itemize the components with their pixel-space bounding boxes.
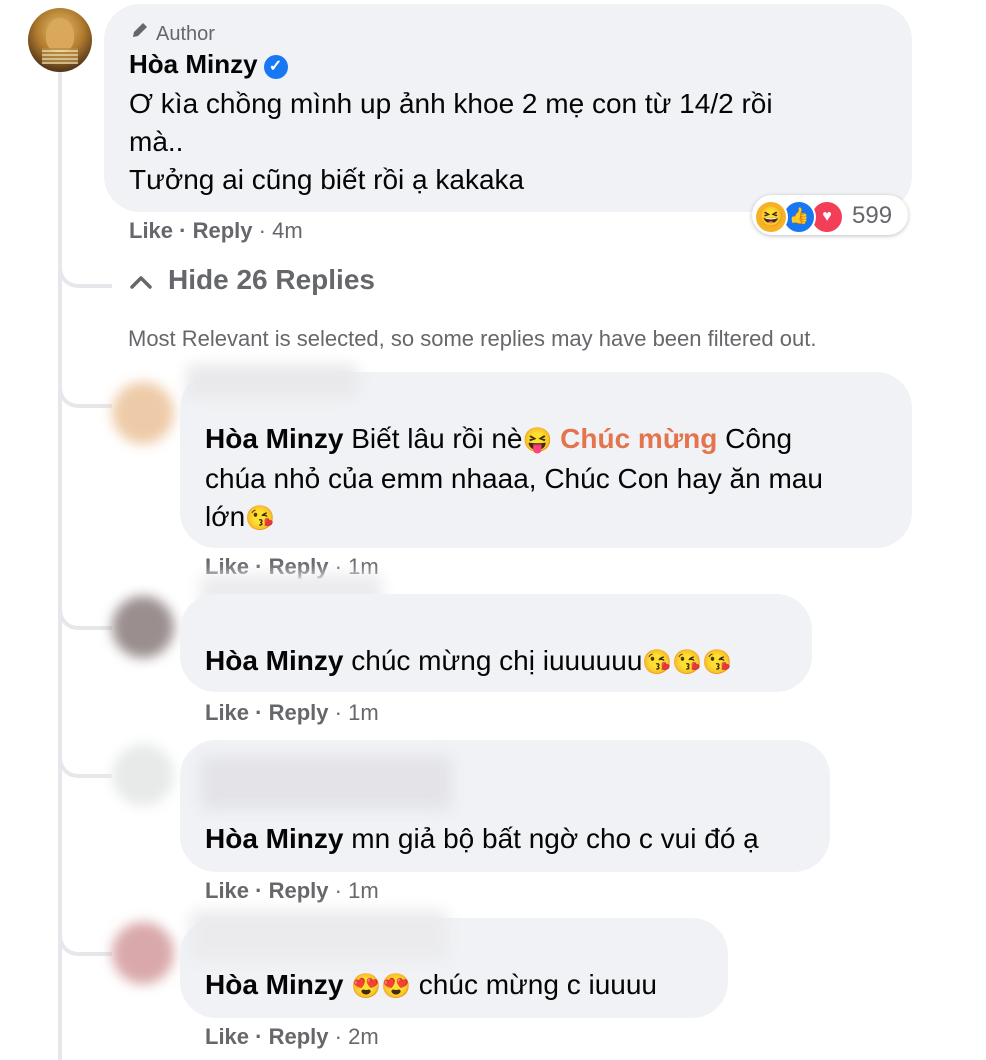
mention-link[interactable]: Hòa Minzy (205, 645, 343, 676)
thread-connector (58, 262, 112, 288)
squinting-tongue-emoji: 😝 (522, 427, 553, 454)
mention-link[interactable]: Hòa Minzy (205, 969, 343, 1000)
filter-notice: Most Relevant is selected, so some repli… (128, 326, 817, 351)
reply-actions: Like · Reply · 1m (205, 700, 379, 725)
thread-connector (58, 382, 112, 408)
reply-avatar[interactable] (112, 744, 174, 806)
reply-timestamp[interactable]: 1m (348, 878, 379, 903)
reply-text: Hòa Minzy 😍😍 chúc mừng c iuuuu (205, 966, 725, 1006)
heart-eyes-emoji: 😍😍 (351, 973, 412, 1000)
like-button[interactable]: Like (205, 1024, 249, 1049)
reaction-count: 599 (852, 202, 893, 229)
haha-reaction-icon: 😆 (754, 200, 788, 234)
author-badge: Author (130, 20, 215, 46)
reply-text: Hòa Minzy chúc mừng chị iuuuuuu😘😘😘 (205, 642, 805, 682)
mention-link[interactable]: Hòa Minzy (205, 823, 343, 854)
reply-button[interactable]: Reply (269, 878, 329, 903)
reply-avatar[interactable] (112, 922, 174, 984)
reply-author-name[interactable] (190, 910, 448, 960)
thread-connector (58, 930, 112, 956)
reply-author-name[interactable] (186, 364, 358, 398)
verified-badge-icon: ✓ (263, 55, 288, 79)
reply-avatar[interactable] (112, 382, 174, 444)
thread-connector (58, 604, 112, 630)
comment-timestamp[interactable]: 4m (272, 218, 303, 243)
reply-text: Hòa Minzy mn giả bộ bất ngờ cho c vui đó… (205, 823, 759, 854)
kissing-emoji: 😘 (245, 505, 276, 532)
highlight-text[interactable]: Chúc mừng (560, 423, 717, 454)
like-button[interactable]: Like (129, 218, 173, 243)
reply-avatar[interactable] (112, 596, 174, 658)
mention-link[interactable]: Hòa Minzy (205, 423, 343, 454)
like-button[interactable]: Like (205, 700, 249, 725)
reply-button[interactable]: Reply (269, 1024, 329, 1049)
pen-icon (130, 20, 150, 46)
reply-button[interactable]: Reply (193, 218, 253, 243)
kissing-emoji: 😘😘😘 (642, 649, 733, 676)
reply-text: Hòa Minzy Biết lâu rồi nè😝 Chúc mừng Côn… (205, 420, 895, 538)
reply-author-name[interactable] (200, 756, 452, 810)
reply-actions: Like · Reply · 1m (205, 878, 379, 903)
reply-button[interactable]: Reply (269, 700, 329, 725)
author-avatar[interactable] (28, 8, 92, 72)
comment-author-name[interactable]: Hòa Minzy ✓ (129, 49, 288, 80)
reply-actions: Like · Reply · 2m (205, 1024, 379, 1049)
thread-line (58, 70, 62, 1060)
hide-replies-button[interactable]: Hide 26 Replies (130, 264, 375, 296)
main-comment-actions: Like · Reply · 4m (129, 218, 303, 243)
reply-timestamp[interactable]: 1m (348, 700, 379, 725)
reply-timestamp[interactable]: 2m (348, 1024, 379, 1049)
thread-connector (58, 752, 112, 778)
like-button[interactable]: Like (205, 878, 249, 903)
chevron-up-icon (130, 268, 152, 296)
reactions-summary[interactable]: 😆 👍 ♥ 599 (752, 195, 908, 235)
main-comment-text: Ơ kìa chồng mình up ảnh khoe 2 mẹ con từ… (129, 88, 773, 195)
